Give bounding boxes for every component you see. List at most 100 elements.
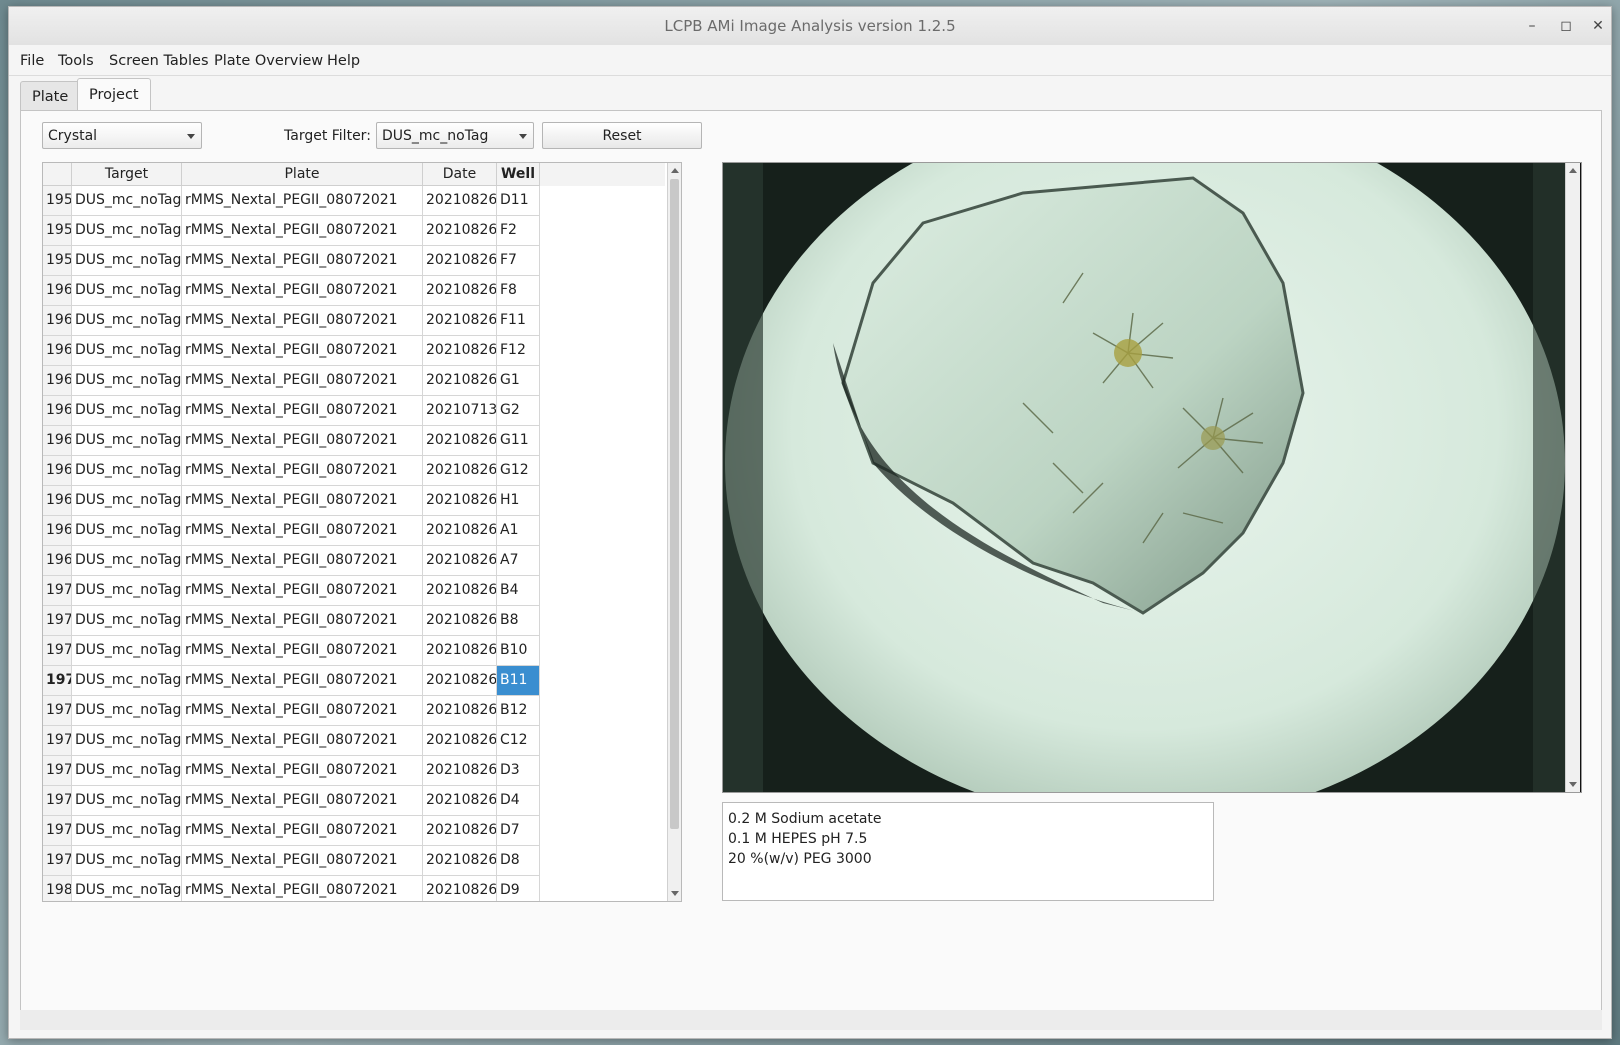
row-number[interactable]: 197: [43, 606, 72, 636]
row-number[interactable]: 196: [43, 366, 72, 396]
column-header-date[interactable]: Date: [423, 163, 497, 186]
well-cell[interactable]: B4: [497, 576, 540, 606]
table-row[interactable]: 196 DUS_mc_noTag rMMS_Nextal_PEGII_0807202…: [43, 276, 557, 306]
maximize-button[interactable]: ◻: [1555, 15, 1577, 37]
row-number[interactable]: 198: [43, 876, 72, 901]
scroll-down-arrow-icon[interactable]: [1569, 782, 1577, 787]
column-header-plate[interactable]: Plate: [182, 163, 423, 186]
plate-cell[interactable]: rMMS_Nextal_PEGII_08072021: [182, 696, 423, 726]
date-cell[interactable]: 20210826: [423, 726, 497, 756]
row-number[interactable]: 196: [43, 396, 72, 426]
target-cell[interactable]: DUS_mc_noTag: [72, 756, 182, 786]
well-cell[interactable]: D8: [497, 846, 540, 876]
well-cell[interactable]: F7: [497, 246, 540, 276]
plate-cell[interactable]: rMMS_Nextal_PEGII_08072021: [182, 636, 423, 666]
target-cell[interactable]: DUS_mc_noTag: [72, 366, 182, 396]
plate-cell[interactable]: rMMS_Nextal_PEGII_08072021: [182, 576, 423, 606]
target-filter-select[interactable]: DUS_mc_noTag: [376, 122, 534, 149]
plate-cell[interactable]: rMMS_Nextal_PEGII_08072021: [182, 246, 423, 276]
tab-project[interactable]: Project: [77, 78, 151, 111]
table-row[interactable]: 197DUS_mc_noTagrMMS_Nextal_PEGII_0807202…: [43, 576, 557, 606]
table-row[interactable]: 196 DUS_mc_noTag rMMS_Nextal_PEGII_0807202…: [43, 306, 557, 336]
well-cell[interactable]: B10: [497, 636, 540, 666]
row-number[interactable]: 196: [43, 486, 72, 516]
table-row[interactable]: 197DUS_mc_noTagrMMS_Nextal_PEGII_0807202…: [43, 756, 557, 786]
menu-tools[interactable]: Tools: [58, 53, 94, 69]
row-number[interactable]: 197: [43, 816, 72, 846]
column-header-well[interactable]: Well: [497, 163, 540, 186]
target-cell[interactable]: DUS_mc_noTag: [72, 786, 182, 816]
row-number[interactable]: 196: [43, 546, 72, 576]
tab-plate[interactable]: Plate: [20, 81, 81, 110]
plate-cell[interactable]: rMMS_Nextal_PEGII_08072021: [182, 336, 423, 366]
target-cell[interactable]: DUS_mc_noTag: [72, 486, 182, 516]
date-cell[interactable]: 20210826: [423, 336, 497, 366]
target-cell[interactable]: DUS_mc_noTag: [72, 306, 182, 336]
scroll-thumb[interactable]: [670, 179, 679, 829]
target-cell[interactable]: DUS_mc_noTag: [72, 516, 182, 546]
table-row[interactable]: 197DUS_mc_noTagrMMS_Nextal_PEGII_0807202…: [43, 846, 557, 876]
date-cell[interactable]: 20210826: [423, 876, 497, 901]
row-number[interactable]: 196: [43, 516, 72, 546]
well-cell[interactable]: A7: [497, 546, 540, 576]
date-cell[interactable]: 20210826: [423, 816, 497, 846]
well-cell[interactable]: B11: [497, 666, 540, 696]
row-number[interactable]: 197: [43, 666, 72, 696]
date-cell[interactable]: 20210826: [423, 246, 497, 276]
table-row[interactable]: 197DUS_mc_noTagrMMS_Nextal_PEGII_0807202…: [43, 606, 557, 636]
date-cell[interactable]: 20210826: [423, 636, 497, 666]
target-cell[interactable]: DUS_mc_noTag: [72, 246, 182, 276]
table-row[interactable]: 196 DUS_mc_noTag rMMS_Nextal_PEGII_0807202…: [43, 396, 557, 426]
target-cell[interactable]: DUS_mc_noTag: [72, 846, 182, 876]
target-cell[interactable]: DUS_mc_noTag: [72, 666, 182, 696]
table-row[interactable]: 197DUS_mc_noTagrMMS_Nextal_PEGII_0807202…: [43, 696, 557, 726]
plate-cell[interactable]: rMMS_Nextal_PEGII_08072021: [182, 306, 423, 336]
plate-cell[interactable]: rMMS_Nextal_PEGII_08072021: [182, 846, 423, 876]
table-row[interactable]: 197DUS_mc_noTagrMMS_Nextal_PEGII_0807202…: [43, 816, 557, 846]
date-cell[interactable]: 20210826: [423, 186, 497, 216]
category-select[interactable]: Crystal: [42, 122, 202, 149]
table-row[interactable]: 196 DUS_mc_noTag rMMS_Nextal_PEGII_0807202…: [43, 546, 557, 576]
date-cell[interactable]: 20210826: [423, 846, 497, 876]
well-cell[interactable]: B8: [497, 606, 540, 636]
date-cell[interactable]: 20210826: [423, 786, 497, 816]
well-cell[interactable]: G1: [497, 366, 540, 396]
date-cell[interactable]: 20210826: [423, 696, 497, 726]
scroll-down-arrow-icon[interactable]: [671, 891, 679, 896]
plate-cell[interactable]: rMMS_Nextal_PEGII_08072021: [182, 516, 423, 546]
table-row[interactable]: 197DUS_mc_noTagrMMS_Nextal_PEGII_0807202…: [43, 636, 557, 666]
well-cell[interactable]: F11: [497, 306, 540, 336]
scroll-up-arrow-icon[interactable]: [1569, 168, 1577, 173]
minimize-button[interactable]: –: [1521, 15, 1543, 37]
row-number[interactable]: 196: [43, 456, 72, 486]
row-number[interactable]: 195: [43, 216, 72, 246]
date-cell[interactable]: 20210826: [423, 576, 497, 606]
date-cell[interactable]: 20210826: [423, 486, 497, 516]
plate-cell[interactable]: rMMS_Nextal_PEGII_08072021: [182, 216, 423, 246]
plate-cell[interactable]: rMMS_Nextal_PEGII_08072021: [182, 396, 423, 426]
menu-help[interactable]: Help: [327, 53, 360, 69]
plate-cell[interactable]: rMMS_Nextal_PEGII_08072021: [182, 486, 423, 516]
date-cell[interactable]: 20210713: [423, 396, 497, 426]
date-cell[interactable]: 20210826: [423, 426, 497, 456]
plate-cell[interactable]: rMMS_Nextal_PEGII_08072021: [182, 426, 423, 456]
row-number[interactable]: 197: [43, 846, 72, 876]
well-cell[interactable]: D7: [497, 816, 540, 846]
row-number[interactable]: 197: [43, 726, 72, 756]
date-cell[interactable]: 20210826: [423, 546, 497, 576]
row-number[interactable]: 197: [43, 576, 72, 606]
well-cell[interactable]: G2: [497, 396, 540, 426]
target-cell[interactable]: DUS_mc_noTag: [72, 816, 182, 846]
row-number[interactable]: 197: [43, 786, 72, 816]
plate-cell[interactable]: rMMS_Nextal_PEGII_08072021: [182, 786, 423, 816]
row-number[interactable]: 195: [43, 246, 72, 276]
plate-cell[interactable]: rMMS_Nextal_PEGII_08072021: [182, 756, 423, 786]
target-cell[interactable]: DUS_mc_noTag: [72, 636, 182, 666]
date-cell[interactable]: 20210826: [423, 276, 497, 306]
conditions-textbox[interactable]: 0.2 M Sodium acetate 0.1 M HEPES pH 7.5 …: [722, 802, 1214, 901]
plate-cell[interactable]: rMMS_Nextal_PEGII_08072021: [182, 456, 423, 486]
target-cell[interactable]: DUS_mc_noTag: [72, 426, 182, 456]
table-row[interactable]: 197DUS_mc_noTagrMMS_Nextal_PEGII_0807202…: [43, 786, 557, 816]
row-number[interactable]: 196: [43, 276, 72, 306]
date-cell[interactable]: 20210826: [423, 756, 497, 786]
